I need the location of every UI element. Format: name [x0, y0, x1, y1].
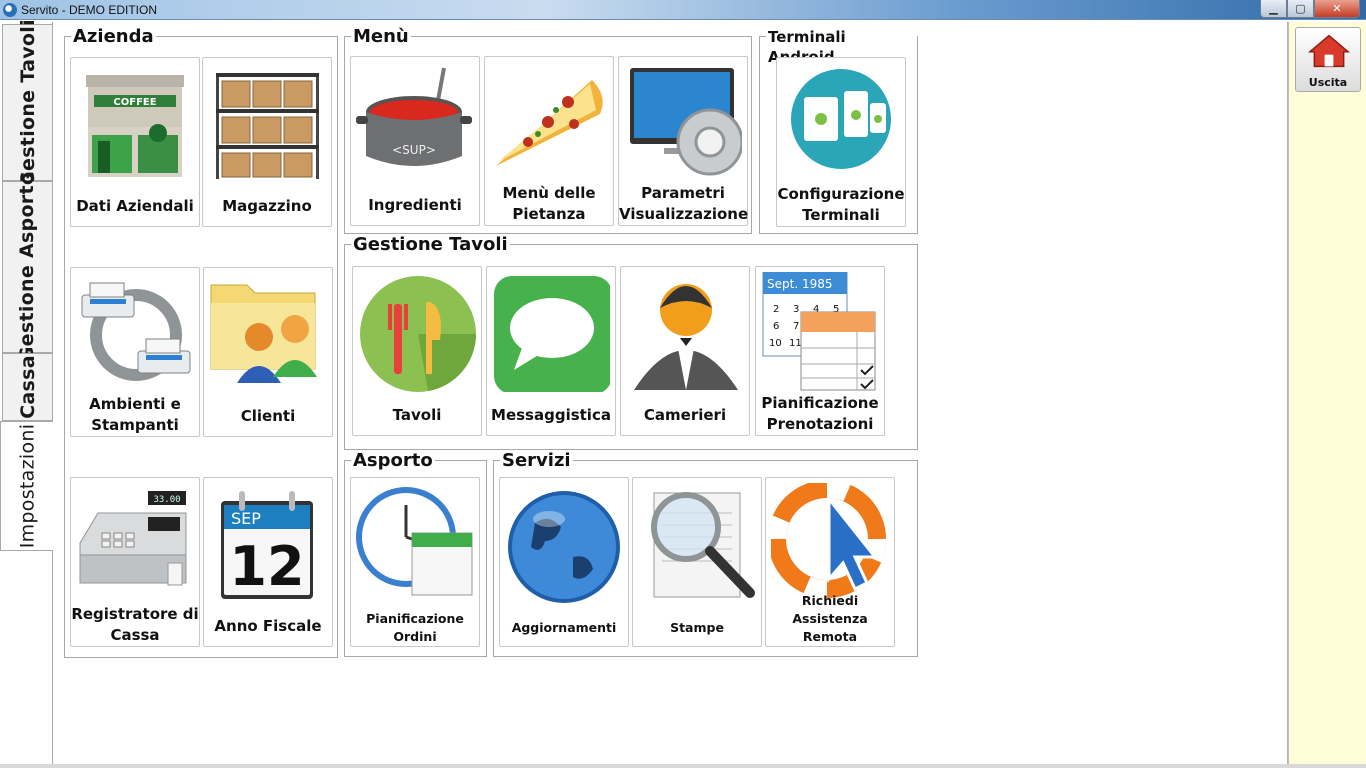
group-title: Menù: [351, 26, 411, 47]
close-button[interactable]: ✕: [1314, 0, 1360, 18]
right-panel: Uscita: [1288, 22, 1366, 768]
tile-richiedi-assistenza-remota[interactable]: Richiedi Assistenza Remota: [765, 477, 895, 647]
booking-calendar-icon: Sept. 1985 2 3 4 5 6 7 10 11: [762, 272, 876, 391]
group-azienda: Azienda COFFEE Dati Aziendali Magazzino …: [64, 27, 338, 658]
tile-label: Anno Fiscale: [214, 617, 322, 635]
tile-label: Menù delle Pietanza: [502, 184, 596, 223]
coffee-shop-icon: COFFEE: [86, 75, 184, 177]
tile-menu-pietanza[interactable]: Menù delle Pietanza: [484, 56, 614, 226]
group-title: Azienda: [71, 26, 156, 47]
tile-dati-aziendali[interactable]: COFFEE Dati Aziendali: [70, 57, 200, 227]
register-display-text: 33.00: [153, 495, 180, 505]
tile-configurazione-terminali[interactable]: Configurazione Terminali: [776, 57, 906, 227]
group-title: Servizi: [500, 450, 573, 471]
booking-day-text: 2: [773, 304, 779, 315]
tile-label: Richiedi Assistenza Remota: [792, 593, 868, 644]
group-title: Asporto: [351, 450, 435, 471]
warehouse-shelves-icon: [216, 73, 319, 179]
tab-label: Gestione Asporto: [16, 171, 39, 363]
display-settings-icon: [630, 68, 742, 176]
tile-label: Ingredienti: [368, 196, 462, 214]
fork-knife-icon: [360, 276, 476, 392]
tile-label: Configurazione Terminali: [777, 185, 905, 224]
tab-gestione-tavoli[interactable]: Gestione Tavoli: [2, 19, 52, 186]
tile-label: Camerieri: [643, 406, 727, 424]
tile-label: Pianificazione Prenotazioni: [761, 394, 879, 433]
booking-day-text: 6: [773, 321, 779, 332]
window-controls: ▁ ▢ ✕: [1260, 0, 1360, 18]
status-strip: [0, 764, 1366, 768]
tile-tavoli[interactable]: Tavoli: [352, 266, 482, 436]
booking-header-text: Sept. 1985: [767, 277, 833, 291]
tile-pianificazione-ordini[interactable]: Pianificazione Ordini: [350, 477, 480, 647]
tab-impostazioni[interactable]: Impostazioni: [0, 421, 53, 551]
tile-clienti[interactable]: Clienti: [203, 267, 333, 437]
lifebuoy-cursor-icon: [771, 483, 886, 598]
calendar-day-text: 12: [229, 535, 304, 598]
tile-ambienti-stampanti[interactable]: Ambienti e Stampanti: [70, 267, 200, 437]
tile-aggiornamenti[interactable]: Aggiornamenti: [499, 477, 629, 647]
group-asporto: Asporto Pianificazione Ordini: [344, 451, 487, 657]
clients-folder-icon: [210, 284, 317, 383]
tile-label: Messaggistica: [491, 406, 611, 424]
group-servizi: Servizi Aggiornamenti Stampe Richiedi As…: [493, 451, 918, 657]
maximize-button[interactable]: ▢: [1287, 0, 1314, 18]
tile-label: Stampe: [670, 620, 724, 635]
group-terminali-android: Terminali Android Configurazione Termina…: [759, 27, 918, 234]
tab-label: Impostazioni: [16, 423, 38, 549]
minimize-button[interactable]: ▁: [1260, 0, 1287, 18]
tile-ingredienti[interactable]: <SUP> Ingredienti: [350, 56, 480, 226]
cooking-pot-icon: <SUP>: [356, 67, 472, 166]
tile-label: Tavoli: [392, 406, 442, 424]
group-gestione-tavoli: Gestione Tavoli Tavoli Messaggistica Cam…: [344, 235, 918, 450]
settings-panel: Azienda COFFEE Dati Aziendali Magazzino …: [53, 22, 1288, 765]
tile-label: Clienti: [240, 407, 296, 425]
exit-label: Uscita: [1308, 76, 1348, 89]
tile-label: Magazzino: [222, 197, 312, 215]
tile-label: Dati Aziendali: [76, 197, 194, 215]
tab-label: Cassa: [16, 355, 39, 419]
message-bubble-icon: [494, 276, 610, 392]
printers-network-icon: [81, 282, 191, 381]
coffee-sign: COFFEE: [113, 97, 156, 108]
cash-register-icon: 33.00: [79, 491, 187, 586]
home-icon: [1307, 34, 1351, 68]
title-bar: Servito - DEMO EDITION ▁ ▢ ✕: [0, 0, 1366, 20]
magnifier-document-icon: [651, 492, 755, 598]
tile-magazzino[interactable]: Magazzino: [202, 57, 332, 227]
tile-parametri-visualizzazione[interactable]: Parametri Visualizzazione: [618, 56, 748, 226]
booking-day-text: 7: [793, 321, 799, 332]
tile-label: Pianificazione Ordini: [366, 611, 464, 644]
pot-label-text: <SUP>: [392, 143, 436, 157]
globe-icon: [508, 491, 620, 603]
clock-calendar-icon: [356, 487, 473, 596]
booking-day-text: 10: [769, 338, 782, 349]
tile-label: Registratore di Cassa: [71, 605, 199, 644]
waiter-icon: [634, 284, 738, 390]
tile-label: Parametri Visualizzazione: [619, 184, 749, 223]
vertical-tab-bar: Gestione Tavoli Gestione Asporto Cassa I…: [0, 19, 53, 768]
tab-cassa[interactable]: Cassa: [2, 353, 52, 421]
group-menu: Menù <SUP> Ingredienti Menù delle Pietan…: [344, 27, 752, 234]
calendar-month-text: SEP: [231, 509, 261, 528]
tile-label: Ambienti e Stampanti: [89, 395, 181, 434]
tile-stampe[interactable]: Stampe: [632, 477, 762, 647]
tile-anno-fiscale[interactable]: SEP 12 Anno Fiscale: [203, 477, 333, 647]
tile-messaggistica[interactable]: Messaggistica: [486, 266, 616, 436]
calendar-icon: SEP 12: [221, 491, 313, 599]
booking-day-text: 3: [793, 304, 799, 315]
tile-label: Aggiornamenti: [511, 620, 617, 635]
booking-day-text: 11: [789, 338, 802, 349]
tile-pianificazione-prenotazioni[interactable]: Sept. 1985 2 3 4 5 6 7 10 11 Pianificazi…: [755, 266, 885, 436]
tile-registratore-cassa[interactable]: 33.00 Registratore di Cassa: [70, 477, 200, 647]
tab-gestione-asporto[interactable]: Gestione Asporto: [2, 172, 52, 362]
tile-camerieri[interactable]: Camerieri: [620, 266, 750, 436]
app-icon: [3, 3, 17, 17]
exit-button[interactable]: Uscita: [1295, 27, 1361, 92]
group-title: Gestione Tavoli: [351, 234, 510, 255]
window-title: Servito - DEMO EDITION: [21, 3, 158, 17]
pizza-slice-icon: [496, 80, 603, 166]
android-devices-icon: [791, 69, 891, 169]
tab-label: Gestione Tavoli: [16, 18, 39, 187]
